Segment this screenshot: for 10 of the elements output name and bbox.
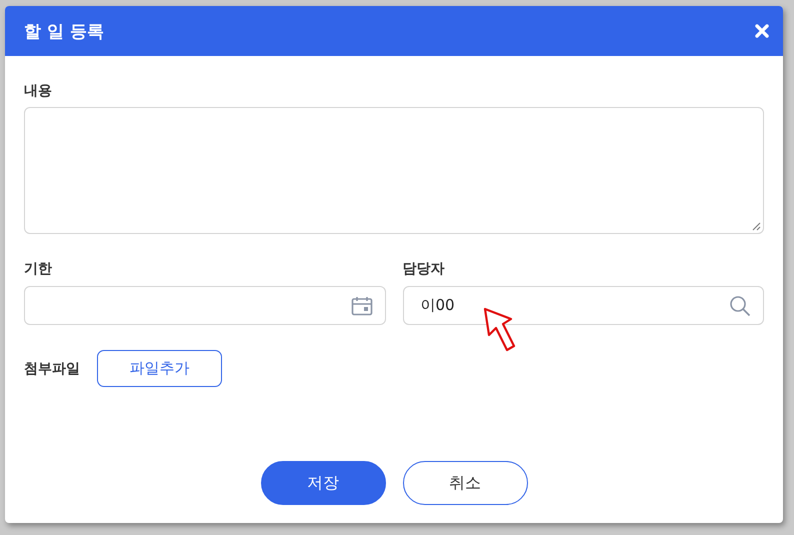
field-label: 첨부파일 (24, 360, 80, 378)
dialog-title: 할 일 등록 (24, 20, 104, 42)
field-label: 내용 (24, 82, 53, 100)
cancel-button[interactable]: 취소 (402, 461, 528, 505)
save-button[interactable]: 저장 (260, 461, 386, 505)
field-label: 기한 (24, 260, 53, 278)
add-file-button[interactable]: 파일추가 (97, 350, 222, 387)
field-value: 이00 (420, 296, 455, 315)
assignee-field[interactable]: 이00 (402, 286, 764, 325)
field-label: 담당자 (402, 260, 446, 278)
